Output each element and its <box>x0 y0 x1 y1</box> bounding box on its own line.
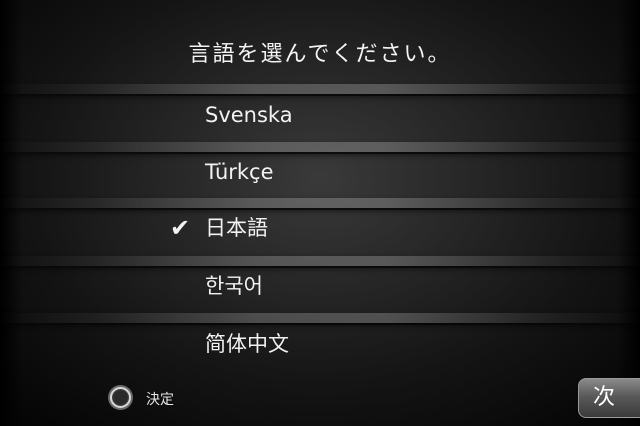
language-label: 简体中文 <box>205 332 289 356</box>
language-label: Svenska <box>205 103 293 127</box>
check-icon: ✔ <box>170 214 191 242</box>
language-option-japanese[interactable]: ✔ 日本語 <box>170 206 470 250</box>
check-icon <box>170 150 200 194</box>
language-list: Svenska Türkçe ✔ 日本語 한국어 简体中文 <box>0 0 640 426</box>
language-label: 日本語 <box>205 216 268 240</box>
check-icon <box>170 264 200 308</box>
language-selection-screen: 言語を選んでください。 Svenska Türkçe ✔ 日本語 한국어 简体中… <box>0 0 640 426</box>
circle-button-icon <box>110 387 131 408</box>
language-label: 한국어 <box>205 274 263 298</box>
language-option-simplified-chinese[interactable]: 简体中文 <box>170 322 470 366</box>
language-option-korean[interactable]: 한국어 <box>170 264 470 308</box>
confirm-label: 決定 <box>146 392 174 408</box>
next-button[interactable]: 次 <box>578 378 640 418</box>
check-icon <box>170 93 200 137</box>
language-option-turkce[interactable]: Türkçe <box>170 150 470 194</box>
check-icon <box>170 322 200 366</box>
language-option-svenska[interactable]: Svenska <box>170 93 470 137</box>
language-label: Türkçe <box>205 160 274 184</box>
